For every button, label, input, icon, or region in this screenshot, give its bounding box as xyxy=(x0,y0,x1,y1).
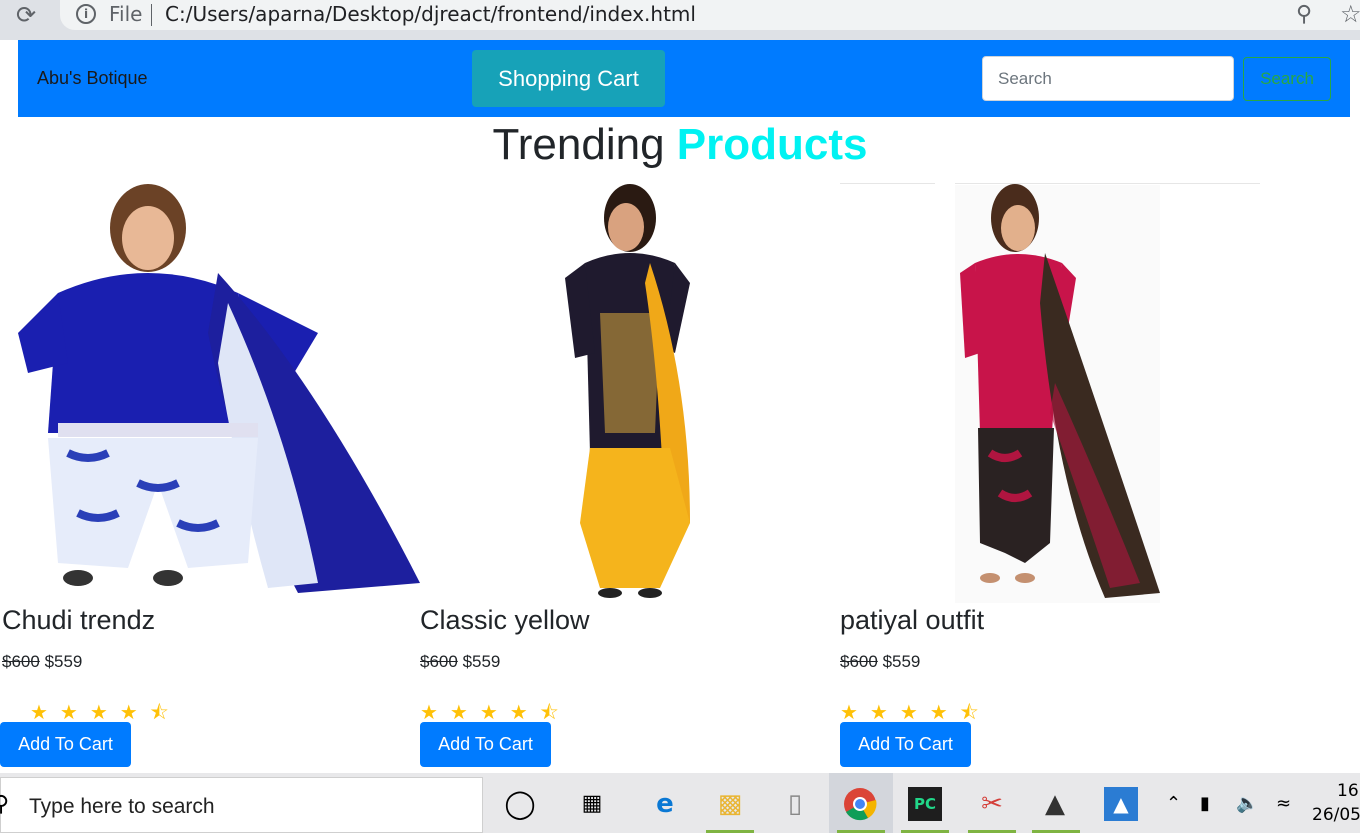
battery-icon[interactable]: ▮ xyxy=(1200,793,1210,814)
new-price: $559 xyxy=(44,652,83,671)
navbar: Abu's Botique Shopping Cart Search Searc… xyxy=(18,40,1350,117)
product-card: Chudi trendz $600 $559 ★★★★⯪ Add To Cart xyxy=(0,183,420,773)
new-price: $559 xyxy=(462,652,501,671)
search-input[interactable]: Search xyxy=(982,56,1234,101)
page-title: Trending Products xyxy=(0,120,1360,170)
task-view-icon[interactable]: ▦ xyxy=(575,787,609,821)
pycharm-icon[interactable]: PC xyxy=(908,787,942,821)
product-price: $600 $559 xyxy=(420,652,500,672)
new-price: $559 xyxy=(882,652,921,671)
add-to-cart-button[interactable]: Add To Cart xyxy=(420,722,551,767)
windows-taskbar: ⚲ Type here to search ◯ ▦ e ▩ ▯ PC ✂ ▲ ▲… xyxy=(0,773,1360,833)
product-card: patiyal outfit $600 $559 ★★★★⯪ Add To Ca… xyxy=(840,183,1260,773)
file-explorer-icon[interactable]: ▩ xyxy=(713,787,747,821)
brand-name[interactable]: Abu's Botique xyxy=(37,68,148,89)
browser-toolbar: ⟳ i File C:/Users/aparna/Desktop/djreact… xyxy=(0,0,1360,40)
old-price: $600 xyxy=(2,652,40,671)
add-to-cart-button[interactable]: Add To Cart xyxy=(840,722,971,767)
chevron-up-icon[interactable]: ⌃ xyxy=(1166,793,1181,814)
photos-icon[interactable]: ▲ xyxy=(1104,787,1138,821)
url-text[interactable]: C:/Users/aparna/Desktop/djreact/frontend… xyxy=(165,2,696,26)
snipping-tool-icon[interactable]: ✂ xyxy=(975,787,1009,821)
taskbar-search-text: Type here to search xyxy=(29,795,215,818)
page-title-accent: Products xyxy=(676,120,868,169)
reload-icon[interactable]: ⟳ xyxy=(12,2,40,30)
product-image-blue-suit[interactable] xyxy=(18,183,420,603)
product-price: $600 $559 xyxy=(2,652,82,672)
product-title: Classic yellow xyxy=(420,605,590,635)
file-label: File xyxy=(109,2,143,26)
volume-icon[interactable]: 🔈 xyxy=(1236,793,1258,814)
wifi-icon[interactable]: ≈ xyxy=(1276,793,1291,814)
app-icon[interactable]: ▲ xyxy=(1038,787,1072,821)
search-icon: ⚲ xyxy=(0,792,10,817)
zoom-icon[interactable]: ⚲ xyxy=(1296,2,1312,27)
old-price: $600 xyxy=(420,652,458,671)
taskbar-search-box[interactable]: ⚲ Type here to search xyxy=(0,777,483,833)
info-icon[interactable]: i xyxy=(76,4,96,24)
divider xyxy=(151,4,152,26)
old-price: $600 xyxy=(840,652,878,671)
chrome-icon[interactable] xyxy=(843,787,877,821)
product-title: patiyal outfit xyxy=(840,605,985,635)
search-button[interactable]: Search xyxy=(1243,57,1331,101)
bookmark-star-icon[interactable]: ☆ xyxy=(1340,0,1360,28)
product-price: $600 $559 xyxy=(840,652,920,672)
product-image-pink-suit[interactable] xyxy=(840,183,1260,603)
chrome-logo xyxy=(844,788,877,821)
notepad-icon[interactable]: ▯ xyxy=(778,787,812,821)
cortana-icon[interactable]: ◯ xyxy=(503,787,537,821)
product-card: Classic yellow $600 $559 ★★★★⯪ Add To Ca… xyxy=(420,183,840,773)
clock-time: 16: xyxy=(1337,781,1360,801)
product-image-yellow-suit[interactable] xyxy=(420,183,840,603)
shopping-cart-button[interactable]: Shopping Cart xyxy=(472,50,665,107)
system-clock[interactable]: 16: 26/05 xyxy=(1312,779,1360,827)
product-title: Chudi trendz xyxy=(2,605,156,635)
edge-icon[interactable]: e xyxy=(648,787,682,821)
clock-date: 26/05 xyxy=(1312,805,1360,825)
add-to-cart-button[interactable]: Add To Cart xyxy=(0,722,131,767)
page-title-part1: Trending xyxy=(492,120,665,169)
